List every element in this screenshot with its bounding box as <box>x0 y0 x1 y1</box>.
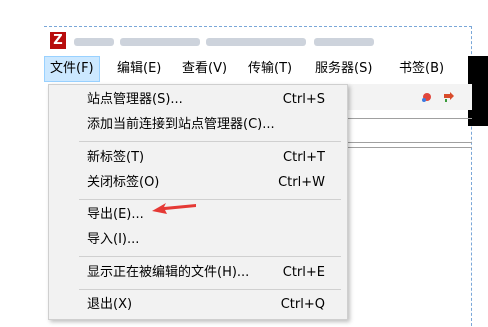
blurred-title-text <box>314 38 374 46</box>
menu-separator <box>79 199 341 200</box>
file-menu-dropdown: 站点管理器(S)... Ctrl+S 添加当前连接到站点管理器(C)... 新标… <box>48 84 348 320</box>
toolbar-icon[interactable] <box>442 90 456 104</box>
title-bar: Z <box>46 30 466 54</box>
menu-item-import[interactable]: 导入(I)... <box>49 227 347 252</box>
menu-transfer[interactable]: 传输(T) <box>243 56 297 82</box>
menu-separator <box>79 289 341 290</box>
menu-item-label: 关闭标签(O) <box>87 175 160 190</box>
menu-item-label: 导入(I)... <box>87 232 140 247</box>
menu-separator <box>79 141 341 142</box>
toolbar-icon[interactable] <box>420 90 434 104</box>
divider-line <box>348 118 472 119</box>
menu-item-label: 显示正在被编辑的文件(H)... <box>87 265 250 280</box>
menu-item-export[interactable]: 导出(E)... <box>49 202 347 227</box>
menu-separator <box>79 256 341 257</box>
menu-item-site-manager[interactable]: 站点管理器(S)... Ctrl+S <box>49 87 347 112</box>
menu-server[interactable]: 服务器(S) <box>310 56 377 82</box>
filezilla-app-icon: Z <box>50 32 66 49</box>
menu-item-label: 添加当前连接到站点管理器(C)... <box>87 117 275 132</box>
divider-line <box>348 142 472 143</box>
menu-item-label: 新标签(T) <box>87 150 145 165</box>
menu-item-shortcut: Ctrl+S <box>282 92 325 107</box>
menu-item-shortcut: Ctrl+E <box>282 265 325 280</box>
toolbar <box>348 84 472 110</box>
menu-bar: 文件(F) 编辑(E) 查看(V) 传输(T) 服务器(S) 书签(B) <box>44 56 472 84</box>
blurred-title-text <box>206 38 306 46</box>
menu-item-shortcut: Ctrl+Q <box>280 297 325 312</box>
menu-item-label: 站点管理器(S)... <box>87 92 183 107</box>
menu-item-shortcut: Ctrl+T <box>283 150 325 165</box>
blurred-title-text <box>120 38 200 46</box>
menu-item-shortcut: Ctrl+W <box>278 175 325 190</box>
menu-item-close-tab[interactable]: 关闭标签(O) Ctrl+W <box>49 170 347 195</box>
menu-view[interactable]: 查看(V) <box>177 56 232 82</box>
menu-item-label: 导出(E)... <box>87 207 144 222</box>
menu-item-show-edited-files[interactable]: 显示正在被编辑的文件(H)... Ctrl+E <box>49 260 347 285</box>
menu-edit[interactable]: 编辑(E) <box>112 56 166 82</box>
menu-item-add-to-site-manager[interactable]: 添加当前连接到站点管理器(C)... <box>49 112 347 137</box>
red-arrow-annotation <box>152 203 196 214</box>
blurred-title-text <box>74 38 114 46</box>
menu-item-exit[interactable]: 退出(X) Ctrl+Q <box>49 292 347 317</box>
menu-bookmarks[interactable]: 书签(B) <box>394 56 449 82</box>
divider-line <box>348 147 472 148</box>
menu-item-new-tab[interactable]: 新标签(T) Ctrl+T <box>49 145 347 170</box>
menu-file[interactable]: 文件(F) <box>44 56 100 82</box>
menu-item-label: 退出(X) <box>87 297 133 312</box>
